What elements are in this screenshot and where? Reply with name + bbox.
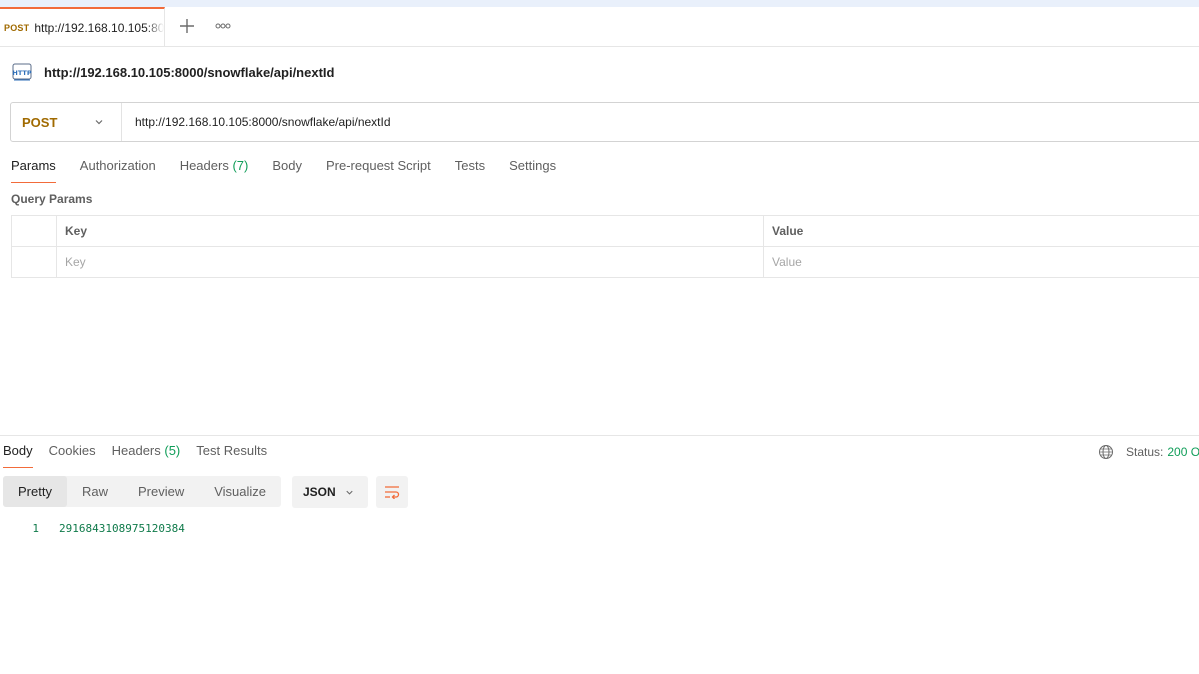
response-tabs: Body Cookies Headers (5) Test Results xyxy=(3,441,283,469)
pane-divider[interactable] xyxy=(0,435,1199,436)
tab-title-fade xyxy=(146,9,164,46)
tab-settings[interactable]: Settings xyxy=(509,156,556,182)
tab-label: Cookies xyxy=(48,443,96,458)
tab-label: Tests xyxy=(454,158,486,173)
query-params-table: Key Value xyxy=(11,215,1199,278)
response-status: Status: 200 O xyxy=(1098,441,1199,463)
key-cell xyxy=(56,246,764,278)
http-icon: HTTP xyxy=(11,61,33,83)
request-title[interactable]: http://192.168.10.105:8000/snowflake/api… xyxy=(44,65,334,80)
tab-headers[interactable]: Headers (7) xyxy=(180,156,249,182)
request-tab[interactable]: POST http://192.168.10.105:8000/snowflak… xyxy=(0,7,165,46)
table-header-row: Key Value xyxy=(11,215,1199,247)
tab-label: Pre-request Script xyxy=(325,158,431,173)
tab-body[interactable]: Body xyxy=(272,156,302,182)
tab-params[interactable]: Params xyxy=(11,156,56,183)
globe-icon[interactable] xyxy=(1098,444,1114,460)
table-row xyxy=(11,246,1199,278)
param-key-input[interactable] xyxy=(65,255,755,269)
value-cell xyxy=(763,246,1199,278)
url-input[interactable] xyxy=(135,103,1135,141)
tab-label: Settings xyxy=(509,158,557,173)
tab-label: Test Results xyxy=(196,443,268,458)
view-visualize-button[interactable]: Visualize xyxy=(199,476,281,507)
param-value-input[interactable] xyxy=(772,255,1197,269)
request-tabs: Params Authorization Headers (7) Body Pr… xyxy=(11,156,580,184)
status-label: Status: xyxy=(1126,445,1164,459)
view-raw-button[interactable]: Raw xyxy=(67,476,123,507)
response-tab-test-results[interactable]: Test Results xyxy=(196,441,267,467)
checkbox-column-header xyxy=(11,215,57,247)
view-pretty-button[interactable]: Pretty xyxy=(3,476,67,507)
response-tab-headers[interactable]: Headers (5) xyxy=(112,441,181,467)
headers-count: (7) xyxy=(232,158,249,173)
response-body-line: 1 2916843108975120384 xyxy=(0,519,185,537)
status-value[interactable]: 200 O xyxy=(1167,445,1199,459)
tab-label: Params xyxy=(11,158,56,173)
tab-label: Headers xyxy=(111,443,161,458)
format-dropdown[interactable]: JSON xyxy=(292,476,368,508)
window-top-strip xyxy=(0,0,1199,7)
view-mode-group: Pretty Raw Preview Visualize xyxy=(3,476,282,507)
tab-label: Body xyxy=(3,443,33,458)
method-dropdown[interactable]: POST xyxy=(11,103,122,141)
row-checkbox-cell xyxy=(11,246,57,278)
tab-method-badge: POST xyxy=(4,22,30,33)
view-preview-button[interactable]: Preview xyxy=(123,476,199,507)
tab-pre-request-script[interactable]: Pre-request Script xyxy=(326,156,431,182)
request-tab-bar: POST http://192.168.10.105:8000/snowflak… xyxy=(0,7,1199,47)
line-number: 1 xyxy=(32,521,39,535)
tab-tests[interactable]: Tests xyxy=(455,156,485,182)
wrap-lines-button[interactable] xyxy=(376,476,408,508)
key-column-header: Key xyxy=(56,215,764,247)
svg-text:HTTP: HTTP xyxy=(12,69,31,77)
format-label: JSON xyxy=(303,485,336,499)
more-options-icon[interactable] xyxy=(213,16,233,36)
tab-label: Authorization xyxy=(79,158,156,173)
response-value[interactable]: 2916843108975120384 xyxy=(59,522,185,535)
method-label: POST xyxy=(22,114,58,130)
chevron-down-icon xyxy=(346,490,353,495)
new-tab-plus-icon[interactable] xyxy=(176,15,198,37)
request-header: HTTP http://192.168.10.105:8000/snowflak… xyxy=(11,58,334,86)
value-column-header: Value xyxy=(763,215,1199,247)
query-params-title: Query Params xyxy=(11,192,93,206)
response-headers-count: (5) xyxy=(164,443,181,458)
response-tab-body[interactable]: Body xyxy=(3,441,33,468)
tab-label: Headers xyxy=(179,158,229,173)
wrap-lines-icon xyxy=(385,486,400,499)
response-tab-cookies[interactable]: Cookies xyxy=(49,441,96,467)
tab-authorization[interactable]: Authorization xyxy=(80,156,156,182)
tab-label: Body xyxy=(272,158,302,173)
chevron-down-icon xyxy=(95,120,103,125)
url-bar: POST xyxy=(10,102,1199,142)
